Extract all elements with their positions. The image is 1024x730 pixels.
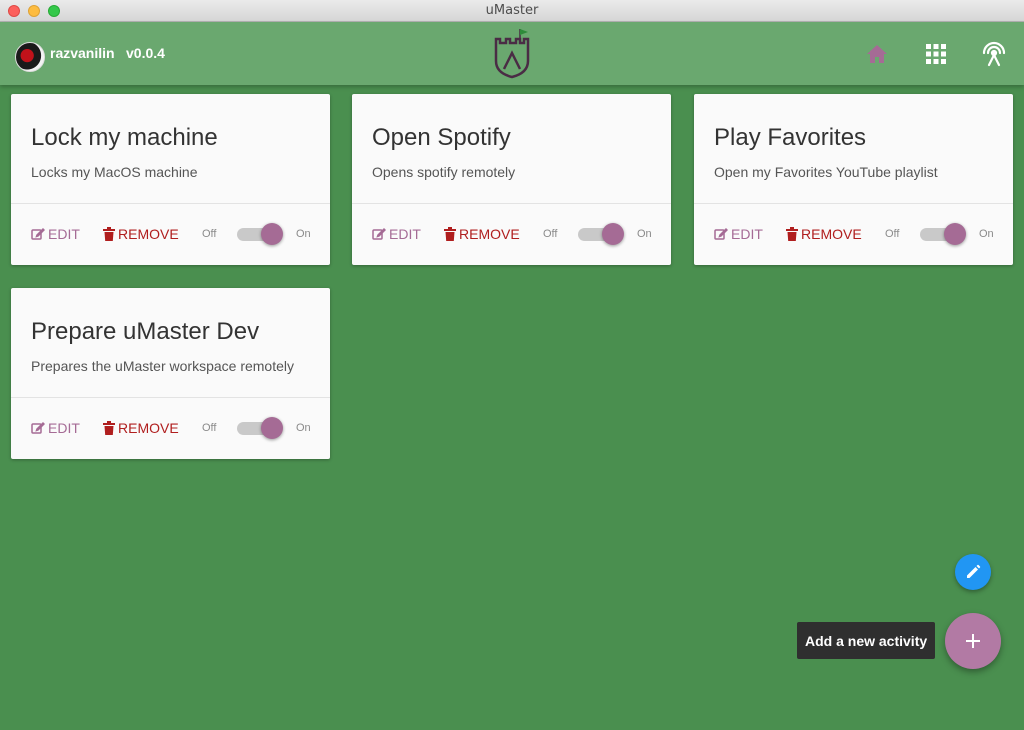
toggle-on-label: On: [979, 228, 994, 240]
card-title: Play Favorites: [714, 124, 867, 151]
edit-icon: [31, 421, 45, 434]
window-title: uMaster: [485, 3, 539, 18]
remove-button[interactable]: REMOVE: [444, 226, 520, 242]
trash-icon: [103, 421, 115, 435]
edit-button[interactable]: EDIT: [372, 226, 421, 242]
toggle-off-label: Off: [543, 228, 558, 240]
card-divider: [352, 203, 671, 204]
add-activity-button[interactable]: [945, 613, 1001, 669]
edit-label: EDIT: [389, 226, 421, 242]
toggle-thumb[interactable]: [944, 223, 966, 245]
edit-label: EDIT: [48, 420, 80, 436]
toggle-off-label: Off: [202, 228, 217, 240]
card-description: Locks my MacOS machine: [31, 164, 198, 180]
card-description: Open my Favorites YouTube playlist: [714, 164, 938, 180]
plus-icon: [966, 634, 980, 648]
toggle-thumb[interactable]: [602, 223, 624, 245]
trash-icon: [786, 227, 798, 241]
card-divider: [11, 203, 330, 204]
remove-button[interactable]: REMOVE: [786, 226, 862, 242]
edit-icon: [372, 227, 386, 240]
pencil-icon: [967, 564, 981, 578]
edit-icon: [31, 227, 45, 240]
card-title: Prepare uMaster Dev: [31, 318, 260, 345]
toggle-thumb[interactable]: [261, 223, 283, 245]
app-version: v0.0.4: [126, 45, 165, 61]
trash-icon: [103, 227, 115, 241]
toggle-off-label: Off: [885, 228, 900, 240]
remote-antenna-icon[interactable]: [980, 39, 1008, 67]
edit-button[interactable]: EDIT: [31, 420, 80, 436]
window-titlebar: uMaster: [0, 0, 1024, 22]
toggle-on-label: On: [296, 228, 311, 240]
card-title: Lock my machine: [31, 124, 218, 151]
remove-button[interactable]: REMOVE: [103, 420, 179, 436]
card-divider: [11, 397, 330, 398]
apps-grid-icon[interactable]: [923, 41, 949, 67]
trash-icon: [444, 227, 456, 241]
remove-button[interactable]: REMOVE: [103, 226, 179, 242]
username: razvanilin: [50, 45, 115, 61]
remove-label: REMOVE: [118, 226, 179, 242]
edit-label: EDIT: [731, 226, 763, 242]
activity-card: Prepare uMaster Dev Prepares the uMaster…: [11, 288, 330, 459]
edit-button[interactable]: EDIT: [714, 226, 763, 242]
remove-label: REMOVE: [459, 226, 520, 242]
card-description: Prepares the uMaster workspace remotely: [31, 358, 294, 374]
edit-fab-button[interactable]: [955, 554, 991, 590]
card-divider: [694, 203, 1013, 204]
avatar[interactable]: [15, 42, 45, 72]
app-header: razvanilin v0.0.4: [0, 22, 1024, 85]
castle-logo-icon: [494, 29, 530, 79]
toggle-off-label: Off: [202, 422, 217, 434]
edit-button[interactable]: EDIT: [31, 226, 80, 242]
activity-card: Play Favorites Open my Favorites YouTube…: [694, 94, 1013, 265]
toggle-thumb[interactable]: [261, 417, 283, 439]
card-title: Open Spotify: [372, 124, 511, 151]
remove-label: REMOVE: [118, 420, 179, 436]
activity-card: Lock my machine Locks my MacOS machine E…: [11, 94, 330, 265]
edit-icon: [714, 227, 728, 240]
home-icon[interactable]: [864, 41, 890, 67]
card-description: Opens spotify remotely: [372, 164, 516, 180]
toggle-on-label: On: [637, 228, 652, 240]
remove-label: REMOVE: [801, 226, 862, 242]
edit-label: EDIT: [48, 226, 80, 242]
add-activity-tooltip: Add a new activity: [797, 622, 936, 659]
activity-card: Open Spotify Opens spotify remotely EDIT…: [352, 94, 671, 265]
toggle-on-label: On: [296, 422, 311, 434]
